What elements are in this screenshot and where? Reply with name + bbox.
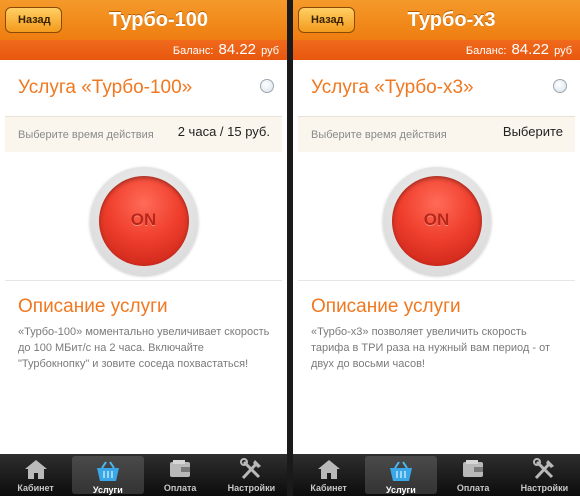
service-title: Услуга «Турбо-100» (18, 77, 193, 98)
wallet-icon (170, 460, 191, 477)
balance-bar: Баланс: 84.22 руб (0, 40, 287, 60)
duration-label: Выберите время действия (311, 129, 447, 141)
phone-screen: Назад Турбо-100 Баланс: 84.22 руб Услуга… (0, 0, 287, 496)
tab-cabinet[interactable]: Кабинет (293, 454, 364, 496)
duration-picker-row[interactable]: Выберите время действия Выберите (298, 116, 575, 154)
service-row[interactable]: Услуга «Турбо-100» (5, 60, 282, 116)
basket-icon (389, 461, 412, 481)
tab-bar: Кабинет Услуги Оплата Настройки (293, 454, 580, 496)
balance-label: Баланс: (172, 45, 214, 57)
duration-picker-row[interactable]: Выберите время действия 2 часа / 15 руб. (5, 116, 282, 154)
tab-cabinet[interactable]: Кабинет (0, 454, 71, 496)
home-icon (24, 460, 47, 479)
balance-currency: руб (554, 45, 572, 57)
page-title: Турбо-100 (108, 9, 209, 31)
tab-settings[interactable]: Настройки (509, 454, 580, 496)
basket-icon (96, 461, 119, 481)
tab-label: Настройки (520, 483, 569, 493)
balance-label: Баланс: (465, 45, 507, 57)
tab-label: Настройки (227, 483, 276, 493)
balance-bar: Баланс: 84.22 руб (293, 40, 580, 60)
on-button-label: ON (423, 210, 450, 229)
service-radio[interactable] (260, 79, 274, 93)
tab-label: Кабинет (17, 483, 54, 493)
tab-bar: Кабинет Услуги Оплата Настройки (0, 454, 287, 496)
balance-currency: руб (261, 45, 279, 57)
balance-amount: 84.22 (511, 41, 550, 58)
page-title: Турбо-x3 (407, 9, 496, 31)
service-row[interactable]: Услуга «Турбо-x3» (298, 60, 575, 116)
duration-value[interactable]: 2 часа / 15 руб. (178, 124, 270, 139)
navigation-bar: Назад Турбо-x3 (293, 0, 580, 40)
navigation-bar: Назад Турбо-100 (0, 0, 287, 40)
description-title: Описание услуги (18, 296, 168, 317)
tab-services[interactable]: Услуги (72, 456, 144, 495)
duration-label: Выберите время действия (18, 129, 154, 141)
service-title: Услуга «Турбо-x3» (311, 77, 474, 98)
tab-payment[interactable]: Оплата (145, 454, 216, 496)
on-button[interactable]: ON (391, 176, 482, 266)
phone-screen: Назад Турбо-x3 Баланс: 84.22 руб Услуга … (293, 0, 580, 496)
service-radio[interactable] (553, 79, 567, 93)
description-text: «Турбо-100» моментально увеличивает скор… (18, 326, 270, 370)
tools-icon (533, 458, 555, 480)
tools-icon (240, 458, 262, 480)
on-button-label: ON (130, 210, 157, 229)
tab-label: Кабинет (310, 483, 347, 493)
balance-amount: 84.22 (218, 41, 257, 58)
description-title: Описание услуги (311, 296, 461, 317)
wallet-icon (463, 460, 484, 477)
on-button-ring: ON (89, 167, 198, 275)
duration-value[interactable]: Выберите (503, 124, 563, 139)
tab-payment[interactable]: Оплата (438, 454, 509, 496)
description-text: «Турбо-x3» позволяет увеличить скорость … (311, 326, 551, 370)
tab-label: Оплата (163, 483, 197, 493)
on-button-ring: ON (382, 167, 491, 275)
turbo-button-area: ON (298, 152, 575, 281)
tab-settings[interactable]: Настройки (216, 454, 287, 496)
tab-label: Оплата (456, 483, 490, 493)
tab-label: Услуги (385, 485, 416, 495)
tab-services[interactable]: Услуги (365, 456, 437, 495)
home-icon (317, 460, 340, 479)
on-button[interactable]: ON (98, 176, 189, 266)
tab-label: Услуги (92, 485, 123, 495)
turbo-button-area: ON (5, 152, 282, 281)
